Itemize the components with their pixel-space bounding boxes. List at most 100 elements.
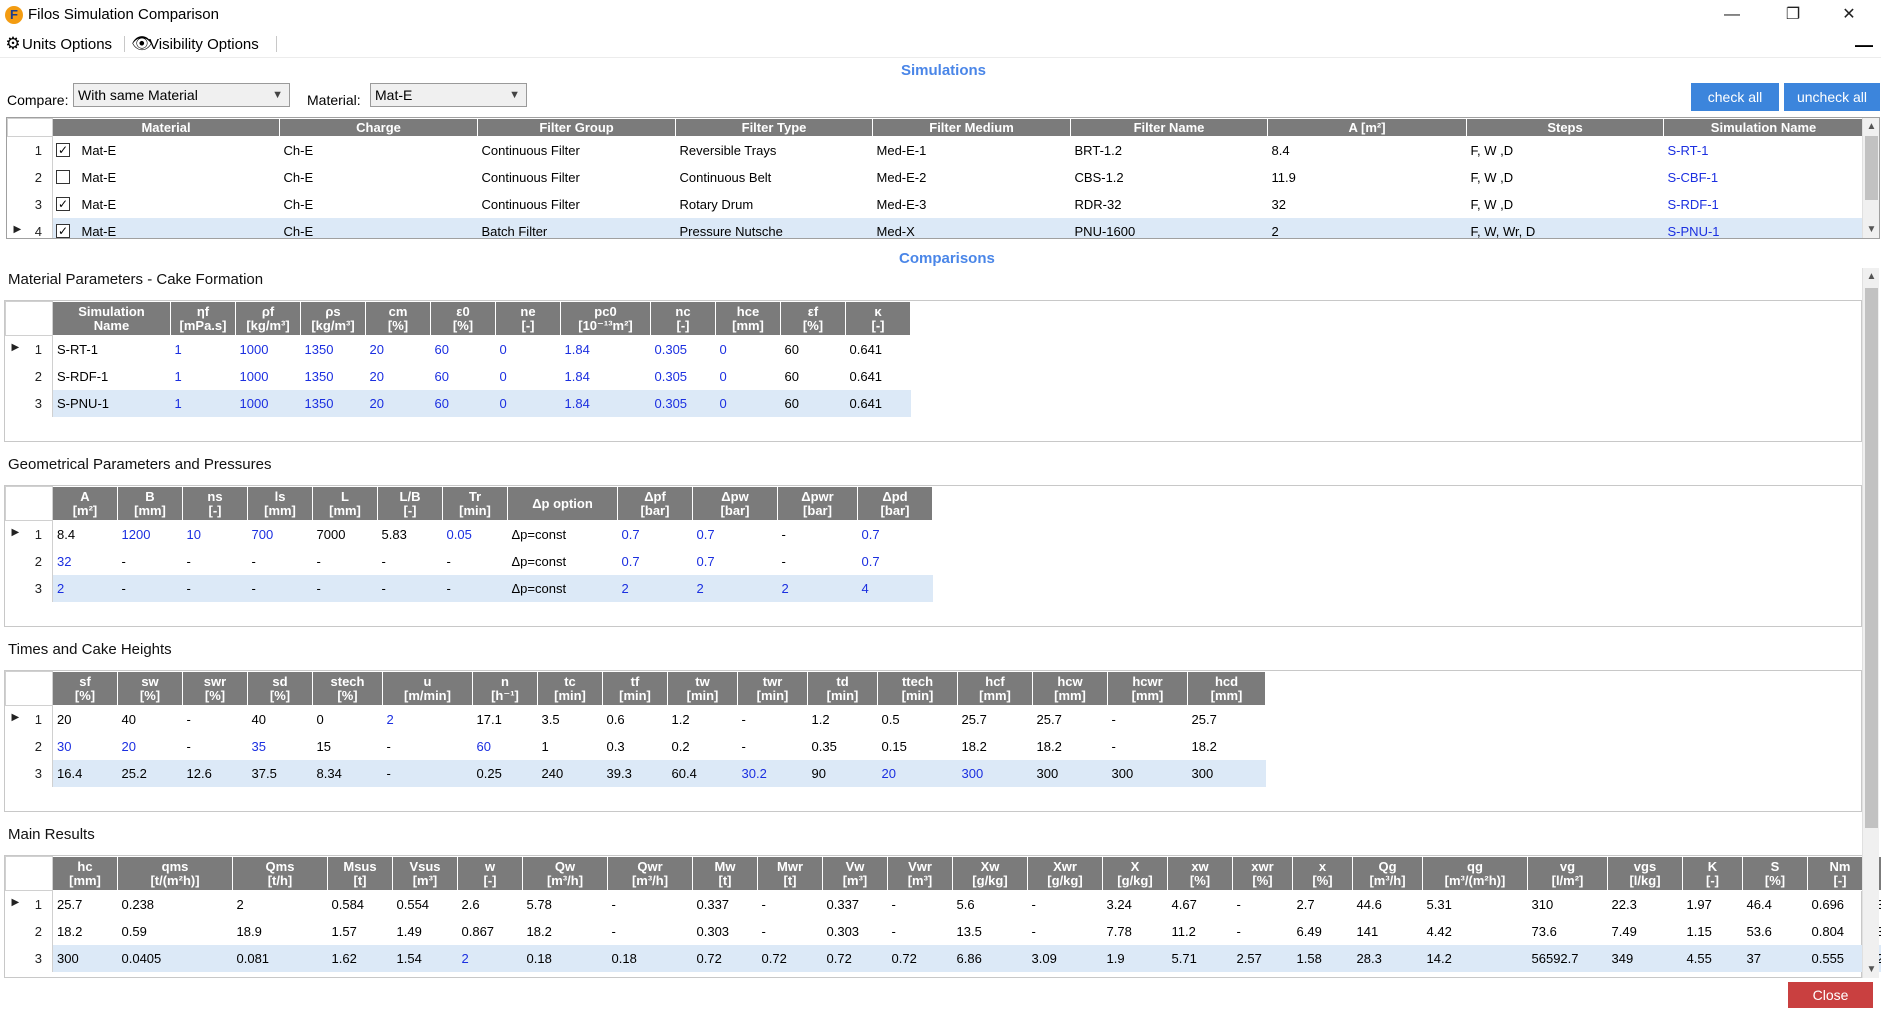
table-row[interactable]: 3 16.4 25.2 12.6 37.5 8.34-0.25 240 39.3 60.4 30.…	[5, 759, 1266, 787]
table-cell: 0.641	[845, 389, 911, 417]
table-cell: 8.34	[312, 759, 383, 787]
simulations-scrollbar[interactable]: ▲ ▼	[1862, 118, 1879, 238]
column-header-unit: [l/m²]	[1551, 872, 1584, 888]
compare-select[interactable]: With same Material ▼	[73, 83, 290, 107]
table-row[interactable]: 3 S-PNU-1 1 1000 1350 20 60 0 1.84 0.305 0 60 0.641	[5, 389, 911, 417]
minimize-button[interactable]: —	[1709, 0, 1755, 30]
table-cell: Mat-E	[77, 217, 280, 238]
column-header: Qwr [m³/h]	[607, 856, 693, 891]
table-cell: 1.84	[564, 341, 590, 357]
row-number[interactable]: 2	[5, 547, 53, 575]
row-checkbox[interactable]: ✓	[56, 223, 70, 238]
table-cell: 5.71	[1167, 944, 1233, 972]
table-cell: 18.2	[961, 738, 987, 754]
scroll-thumb[interactable]	[1865, 288, 1878, 828]
table-cell: PNU-1600	[1070, 217, 1268, 238]
row-number[interactable]: 3	[7, 190, 53, 218]
row-number[interactable]: 2	[5, 917, 53, 945]
row-number[interactable]: 3	[5, 944, 53, 972]
table-row[interactable]: ▶ 1 8.4 1200 10 700 7000 5.83 0.05 Δp=const 0.7 0.7…	[5, 520, 933, 548]
table-row[interactable]: 1 ✓ Mat-E Ch-E Continuous Filter Reversible T…	[7, 136, 1864, 164]
table-row[interactable]: 2 Mat-E Ch-E Continuous Filter Continuous Be…	[7, 163, 1864, 191]
row-checkbox[interactable]: ✓	[56, 143, 70, 158]
table-row[interactable]: ▶ 4 ✓ Mat-E Ch-E Batch Filter Pressure Nutsche…	[7, 217, 1864, 238]
restore-button[interactable]: ❐	[1770, 0, 1816, 30]
column-header: hcw [mm]	[1032, 671, 1108, 706]
table-row[interactable]: 2 18.2 0.59 18.9 1.57 1.49 0.867 18.2-0.303-0.3…	[5, 917, 1881, 945]
table-cell: 2	[692, 574, 778, 602]
uncheck-all-button[interactable]: uncheck all	[1784, 83, 1880, 111]
geometry-panel-title: Geometrical Parameters and Pressures	[8, 456, 272, 473]
row-number[interactable]: 3	[5, 759, 53, 787]
column-header: Filter Type	[675, 118, 874, 137]
simulation-name-link[interactable]: S-PNU-1	[1663, 217, 1864, 238]
scroll-up-icon[interactable]: ▲	[1863, 118, 1879, 135]
table-cell: 0.05	[446, 526, 472, 542]
simulation-name-link[interactable]: S-RDF-1	[1664, 191, 1864, 218]
column-header-unit: [h⁻¹]	[491, 687, 519, 703]
column-header-name: A	[80, 488, 90, 504]
column-header: Simulation Name	[1663, 118, 1865, 137]
table-cell: 8.4	[1271, 142, 1290, 158]
column-header-name: twr	[762, 673, 783, 689]
column-header-name: hc	[77, 858, 93, 874]
row-number[interactable]: 2	[5, 362, 53, 390]
table-row[interactable]: 2 S-RDF-1 1 1000 1350 20 60 0 1.84 0.305 0 60 0.641	[5, 362, 911, 390]
column-header: Δpd [bar]	[857, 486, 933, 521]
table-cell: F, W ,D	[1470, 196, 1514, 212]
row-number[interactable]: ▶ 1	[5, 705, 53, 733]
scroll-thumb[interactable]	[1865, 136, 1878, 200]
table-row[interactable]: 3 300 0.0405 0.081 1.62 1.54 2 0.18 0.18 0.72 0.72…	[5, 944, 1881, 972]
table-row[interactable]: ▶ 1 25.7 0.238 2 0.584 0.554 2.6 5.78 - 0.337 - 0.33…	[5, 890, 1881, 918]
row-number-label: 3	[34, 196, 42, 212]
scroll-up-icon[interactable]: ▲	[1863, 268, 1880, 285]
row-pointer-icon: ▶	[11, 342, 20, 353]
row-number[interactable]: ▶ 1	[5, 335, 53, 363]
material-select[interactable]: Mat-E ▼	[370, 83, 527, 107]
column-header-name: Qg	[1378, 858, 1397, 874]
column-header-unit: [t]	[353, 872, 367, 888]
table-cell: Batch Filter	[477, 217, 676, 238]
units-options-menu[interactable]: ⚙Units Options	[4, 34, 112, 54]
column-header-name: Mwr	[777, 858, 803, 874]
table-cell: Continuous Filter	[481, 142, 580, 158]
column-header: ttech [min]	[877, 671, 958, 706]
row-checkbox[interactable]: ✓	[56, 196, 70, 211]
row-number[interactable]: 2	[7, 163, 53, 191]
table-row[interactable]: ▶ 1 S-RT-1 1 1000 1350 20 60 0 1.84 0.305 0 60 0.641	[5, 335, 911, 363]
table-row[interactable]: 3 ✓ Mat-E Ch-E Continuous Filter Rotary Drum M…	[7, 190, 1864, 218]
row-checkbox[interactable]	[56, 169, 70, 184]
scroll-down-icon[interactable]: ▼	[1863, 961, 1880, 978]
column-header-unit: [-]	[403, 502, 417, 518]
simulation-name-link[interactable]: S-CBF-1	[1664, 164, 1864, 191]
row-number[interactable]: ▶ 1	[5, 520, 53, 548]
column-header-unit: [t]	[783, 872, 797, 888]
row-number[interactable]: 2	[5, 732, 53, 760]
row-number[interactable]: ▶ 4	[7, 217, 53, 238]
comparisons-scrollbar[interactable]: ▲ ▼	[1862, 268, 1879, 978]
table-cell: 0.25	[472, 759, 538, 787]
table-cell: 1000	[235, 389, 301, 417]
row-number[interactable]: 3	[5, 389, 53, 417]
close-window-button[interactable]: ✕	[1826, 0, 1872, 30]
table-cell: 0.305	[654, 368, 688, 384]
column-header: stech [%]	[312, 671, 383, 706]
column-header-unit: [g/kg]	[1117, 872, 1153, 888]
collapse-icon[interactable]: —	[1855, 35, 1873, 56]
check-all-button[interactable]: check all	[1691, 83, 1779, 111]
visibility-options-menu[interactable]: 👁Visibility Options	[131, 34, 259, 54]
column-header-unit: [bar]	[640, 502, 670, 518]
table-row[interactable]: 2 30 20 - 35 15 - 60 1 0.3 0.2 - 0.35 0.15 18.2 18.2 - 18…	[5, 732, 1266, 760]
row-number[interactable]: 3	[5, 574, 53, 602]
close-button[interactable]: Close	[1788, 982, 1873, 1008]
table-row[interactable]: 3 2- - - - - - Δp=const 2 2 2 4	[5, 574, 933, 602]
table-cell: 0.7	[861, 553, 880, 569]
table-row[interactable]: 2 32 - - - - - - Δp=const 0.7 0.7 - 0.7	[5, 547, 933, 575]
column-header: sf [%]	[52, 671, 118, 706]
column-header: Material	[51, 118, 281, 137]
row-number[interactable]: ▶ 1	[5, 890, 53, 918]
simulation-name-link[interactable]: S-RT-1	[1664, 137, 1864, 164]
scroll-down-icon[interactable]: ▼	[1863, 221, 1879, 238]
row-number[interactable]: 1	[7, 136, 53, 164]
table-row[interactable]: ▶ 1 20 40 - 40 0 2 17.1 3.5 0.6 1.2 - 1.2 0.5 25.7 25.7 -…	[5, 705, 1266, 733]
